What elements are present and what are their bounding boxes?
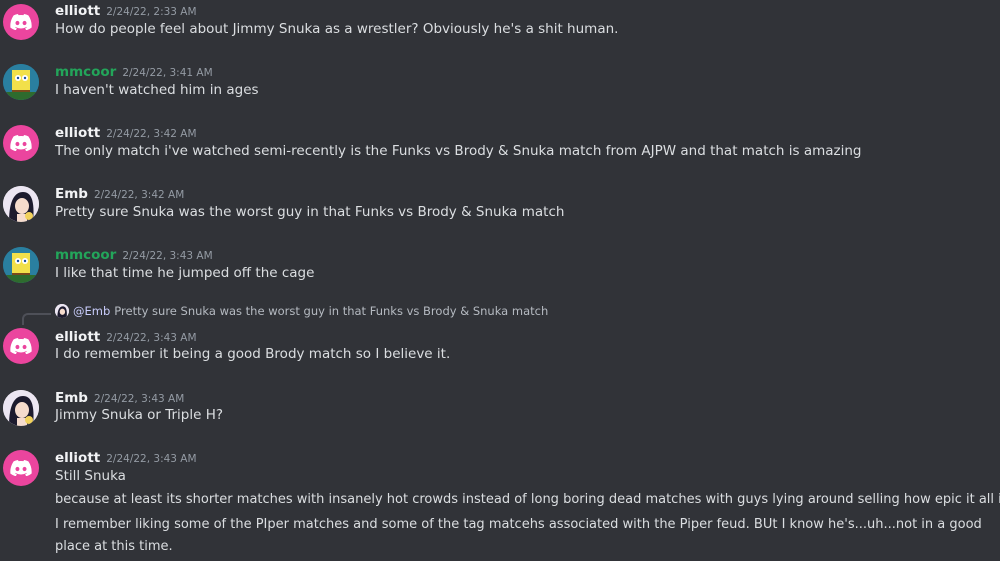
discord-logo-icon: [10, 14, 32, 30]
message-text: How do people feel about Jimmy Snuka as …: [55, 21, 619, 37]
username[interactable]: elliott: [55, 3, 100, 19]
message-header: Emb 2/24/22, 3:42 AM: [55, 183, 184, 202]
message-header: mmcoor 2/24/22, 3:43 AM: [55, 244, 213, 263]
discord-logo-icon: [10, 460, 32, 476]
username[interactable]: mmcoor: [55, 64, 116, 80]
message-header: elliott 2/24/22, 2:33 AM: [55, 0, 197, 19]
reply-connector: [22, 313, 51, 325]
message-text: I remember liking some of the PIper matc…: [55, 517, 982, 554]
anime-avatar-icon: [3, 186, 39, 222]
message-header: elliott 2/24/22, 3:43 AM: [55, 447, 197, 466]
timestamp: 2/24/22, 3:41 AM: [122, 67, 213, 79]
avatar-emb[interactable]: [3, 390, 39, 426]
timestamp: 2/24/22, 3:43 AM: [106, 453, 197, 465]
avatar-mmcoor[interactable]: [3, 247, 39, 283]
anime-avatar-icon: [3, 390, 39, 426]
username[interactable]: Emb: [55, 390, 88, 406]
message-header: Emb 2/24/22, 3:43 AM: [55, 387, 184, 406]
username[interactable]: mmcoor: [55, 247, 116, 263]
message-text: I haven't watched him in ages: [55, 82, 259, 98]
avatar-emb[interactable]: [3, 186, 39, 222]
message-text: I like that time he jumped off the cage: [55, 265, 315, 281]
avatar-elliott[interactable]: [3, 328, 39, 364]
message-text: Jimmy Snuka or Triple H?: [55, 407, 224, 423]
timestamp: 2/24/22, 3:42 AM: [106, 128, 197, 140]
message-text: Pretty sure Snuka was the worst guy in t…: [55, 204, 565, 220]
avatar-elliott[interactable]: [3, 450, 39, 486]
avatar-elliott[interactable]: [3, 125, 39, 161]
message-text: I do remember it being a good Brody matc…: [55, 346, 451, 362]
reply-text: Pretty sure Snuka was the worst guy in t…: [114, 304, 549, 318]
reply-preview[interactable]: @Emb Pretty sure Snuka was the worst guy…: [55, 304, 548, 318]
avatar-mmcoor[interactable]: [3, 64, 39, 100]
timestamp: 2/24/22, 3:43 AM: [106, 332, 197, 344]
username[interactable]: elliott: [55, 125, 100, 141]
avatar-elliott[interactable]: [3, 4, 39, 40]
message-header: elliott 2/24/22, 3:42 AM: [55, 122, 197, 141]
reply-mention[interactable]: @Emb: [73, 304, 110, 318]
message-header: elliott 2/24/22, 3:43 AM: [55, 326, 197, 345]
timestamp: 2/24/22, 2:33 AM: [106, 6, 197, 18]
anime-avatar-icon: [55, 304, 69, 318]
message-text: because at least its shorter matches wit…: [55, 492, 1000, 507]
spongebob-avatar-icon: [3, 64, 39, 100]
message-header: mmcoor 2/24/22, 3:41 AM: [55, 61, 213, 80]
spongebob-avatar-icon: [3, 247, 39, 283]
timestamp: 2/24/22, 3:42 AM: [93, 189, 185, 201]
username[interactable]: elliott: [55, 450, 100, 466]
message-text: Still Snuka: [55, 468, 126, 484]
message-text: The only match i've watched semi-recentl…: [55, 143, 862, 159]
timestamp: 2/24/22, 3:43 AM: [93, 393, 185, 405]
discord-logo-icon: [10, 135, 32, 151]
username[interactable]: Emb: [55, 186, 88, 202]
discord-logo-icon: [10, 338, 32, 354]
username[interactable]: elliott: [55, 329, 100, 345]
timestamp: 2/24/22, 3:43 AM: [122, 250, 213, 262]
